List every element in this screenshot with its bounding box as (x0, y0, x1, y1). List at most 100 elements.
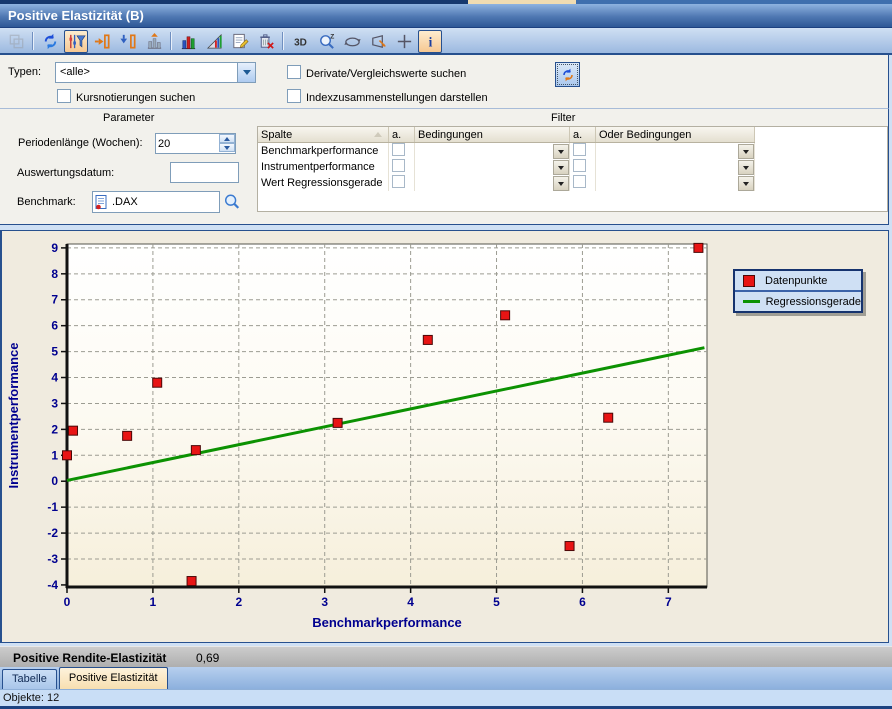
statistics-icon[interactable] (142, 30, 166, 53)
search-lookup-icon[interactable] (223, 193, 241, 211)
info-icon[interactable]: i (418, 30, 442, 53)
chevron-down-icon[interactable] (553, 144, 569, 159)
svg-text:i: i (428, 34, 432, 49)
status-bar: Objekte: 12 (0, 689, 892, 706)
filter-and-checkbox[interactable] (573, 143, 586, 156)
typen-dropdown[interactable]: <alle> (55, 62, 256, 83)
data-point-0[interactable] (63, 451, 72, 460)
data-point-1[interactable] (69, 426, 78, 435)
window-title-bar: Positive Elastizität (B) (0, 4, 892, 28)
y-tick-label: 0 (51, 474, 58, 488)
y-tick-label: 1 (51, 448, 58, 462)
chevron-down-icon[interactable] (553, 176, 569, 191)
rotate-icon[interactable] (340, 30, 364, 53)
bedingungen-cell[interactable] (415, 175, 570, 191)
bedingungen-cell[interactable] (415, 159, 570, 175)
filter-col-header-1[interactable]: a. (389, 127, 415, 143)
spinner-down-button[interactable] (219, 143, 235, 152)
bar-chart-icon[interactable] (176, 30, 200, 53)
derivate-checkbox[interactable] (287, 65, 301, 79)
oder-bedingungen-cell[interactable] (596, 143, 755, 160)
periodenlaenge-label: Periodenlänge (Wochen): (18, 137, 143, 149)
filter-col-header-0[interactable]: Spalte (258, 127, 389, 143)
insert-column-icon[interactable] (90, 30, 114, 53)
derivate-checkbox-row: Derivate/Vergleichswerte suchen (287, 65, 466, 80)
chevron-down-icon[interactable] (237, 63, 255, 82)
legend-item[interactable]: Datenpunkte (735, 271, 861, 290)
y-tick-label: -4 (47, 578, 58, 592)
refresh-icon (560, 67, 576, 83)
data-point-5[interactable] (191, 446, 200, 455)
filter-cell (570, 143, 596, 160)
result-label: Positive Rendite-Elastizität (13, 651, 166, 665)
refresh-search-button[interactable] (555, 62, 580, 87)
result-bar: Positive Rendite-Elastizität 0,69 (0, 646, 892, 668)
data-point-8[interactable] (501, 311, 510, 320)
refresh-icon[interactable] (38, 30, 62, 53)
svg-text:Z: Z (330, 33, 334, 40)
tab-tabelle[interactable]: Tabelle (2, 669, 57, 689)
filter-cell (570, 175, 596, 191)
filter-settings-icon[interactable] (64, 30, 88, 53)
index-checkbox[interactable] (287, 89, 301, 103)
filter-and-checkbox[interactable] (573, 175, 586, 188)
chevron-down-icon[interactable] (738, 176, 754, 191)
data-point-2[interactable] (123, 431, 132, 440)
filter-row: Wert Regressionsgerade (258, 175, 755, 191)
y-tick-label: -2 (47, 526, 58, 540)
select-objects-icon (4, 30, 28, 53)
y-tick-label: 9 (51, 241, 58, 255)
y-axis-label: Instrumentperformance (6, 343, 21, 489)
tab-positive-elastizit-t[interactable]: Positive Elastizität (59, 667, 168, 689)
filter-col-header-3[interactable]: a. (570, 127, 596, 143)
kursnotierungen-checkbox[interactable] (57, 89, 71, 103)
filter-and-checkbox[interactable] (392, 143, 405, 156)
data-point-3[interactable] (153, 378, 162, 387)
chart-legend[interactable]: Datenpunkte Regressionsgerade (733, 269, 863, 313)
zoom-icon[interactable]: Z (314, 30, 338, 53)
chevron-down-icon[interactable] (553, 160, 569, 175)
data-point-6[interactable] (333, 418, 342, 427)
filter-and-checkbox[interactable] (392, 175, 405, 188)
data-point-7[interactable] (423, 335, 432, 344)
kursnotierungen-checkbox-label: Kursnotierungen suchen (76, 92, 195, 104)
3d-view-icon[interactable]: 3D (288, 30, 312, 53)
window-title: Positive Elastizität (B) (8, 8, 144, 23)
chevron-down-icon[interactable] (738, 160, 754, 175)
edit-notes-icon[interactable] (228, 30, 252, 53)
filter-and-checkbox[interactable] (392, 159, 405, 172)
toolbar-separator (282, 32, 284, 50)
crosshair-icon[interactable] (392, 30, 416, 53)
bedingungen-cell[interactable] (415, 143, 570, 160)
kursnotierungen-checkbox-row: Kursnotierungen suchen (57, 89, 195, 104)
chart-panel: 01234567-4-3-2-10123456789Benchmarkperfo… (0, 230, 889, 643)
spinner-up-button[interactable] (219, 134, 235, 143)
x-tick-label: 5 (493, 595, 500, 609)
filter-row-label[interactable]: Instrumentperformance (258, 159, 389, 175)
data-point-9[interactable] (565, 542, 574, 551)
oder-bedingungen-cell[interactable] (596, 175, 755, 191)
chart-type-icon[interactable] (202, 30, 226, 53)
insert-row-icon[interactable] (116, 30, 140, 53)
filter-col-header-2[interactable]: Bedingungen (415, 127, 570, 143)
data-point-11[interactable] (694, 243, 703, 252)
legend-item[interactable]: Regressionsgerade (735, 292, 861, 311)
legend-point-swatch (743, 275, 755, 287)
filter-col-header-4[interactable]: Oder Bedingungen (596, 127, 755, 143)
filter-cell (570, 159, 596, 175)
delete-icon[interactable] (254, 30, 278, 53)
chevron-down-icon[interactable] (738, 144, 754, 159)
benchmark-input[interactable]: .DAX (92, 191, 220, 213)
data-point-4[interactable] (187, 577, 196, 586)
application-window: Positive Elastizität (B) 3DZi Typen: <al… (0, 0, 892, 709)
data-point-10[interactable] (604, 413, 613, 422)
oder-bedingungen-cell[interactable] (596, 159, 755, 175)
index-checkbox-label: Indexzusammenstellungen darstellen (306, 92, 488, 104)
filter-row-label[interactable]: Benchmarkperformance (258, 143, 389, 160)
auswertungsdatum-input[interactable] (170, 162, 239, 183)
filter-and-checkbox[interactable] (573, 159, 586, 172)
index-checkbox-row: Indexzusammenstellungen darstellen (287, 89, 488, 104)
perspective-icon[interactable] (366, 30, 390, 53)
filter-section-title: Filter (551, 112, 575, 124)
filter-row-label[interactable]: Wert Regressionsgerade (258, 175, 389, 191)
